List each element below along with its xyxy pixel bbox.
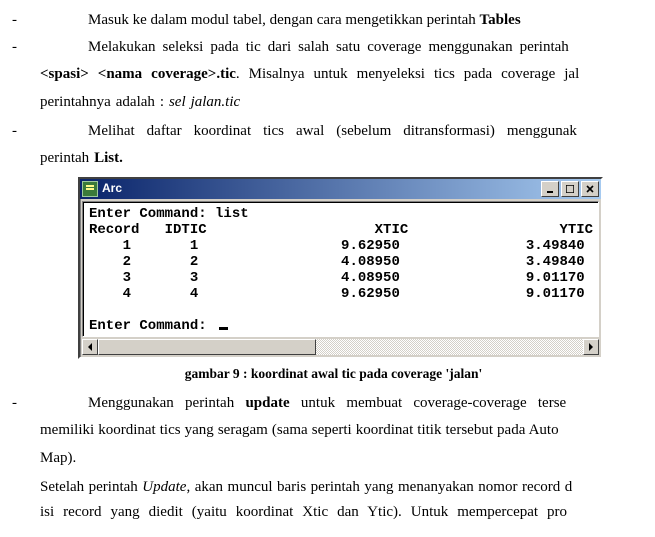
minimize-button[interactable] — [541, 181, 559, 197]
cursor-icon — [219, 327, 228, 330]
bullet-dash: - — [12, 119, 40, 144]
arc-app-icon — [82, 181, 98, 197]
window-title: Arc — [102, 179, 541, 199]
text: untuk membuat coverage-coverage terse — [290, 395, 567, 411]
text: Masuk ke dalam modul tabel, dengan cara … — [88, 12, 480, 28]
bullet-3-line1: Melihat daftar koordinat tics awal (sebe… — [40, 119, 655, 144]
para-setelah-2: isi record yang diedit (yaitu koordinat … — [40, 500, 655, 525]
text: perintahnya adalah : — [40, 94, 169, 110]
bullet-dash: - — [12, 35, 40, 60]
horizontal-scrollbar[interactable] — [82, 339, 599, 355]
bullet-dash: - — [12, 391, 40, 416]
bullet-4-line2: memiliki koordinat tics yang seragam (sa… — [40, 418, 655, 443]
bullet-3-line2: perintah List. — [40, 146, 655, 171]
titlebar[interactable]: Arc — [80, 179, 601, 199]
bullet-2-line2: <spasi> <nama coverage>.tic. Misalnya un… — [40, 62, 655, 87]
bold-update: update — [245, 395, 289, 411]
italic-sel: sel jalan.tic — [169, 94, 240, 110]
text: Melihat daftar koordinat tics awal (sebe… — [88, 123, 577, 139]
bullet-2-line1: Melakukan seleksi pada tic dari salah sa… — [40, 35, 655, 60]
table-header: Record IDTIC XTIC YTIC — [89, 222, 593, 238]
text: Menggunakan perintah — [88, 395, 245, 411]
bold-spasi: <spasi> <nama coverage>.tic — [40, 66, 236, 82]
table-row: 1 1 9.62950 3.49840 — [89, 238, 585, 254]
table-row: 3 3 4.08950 9.01170 — [89, 270, 585, 286]
figure-caption: gambar 9 : koordinat awal tic pada cover… — [12, 363, 655, 385]
close-button[interactable] — [581, 181, 599, 197]
text: Setelah perintah — [40, 479, 142, 495]
scroll-right-button[interactable] — [583, 339, 599, 355]
scroll-left-button[interactable] — [82, 339, 98, 355]
bullet-1-text: Masuk ke dalam modul tabel, dengan cara … — [40, 8, 655, 33]
text: Melakukan seleksi pada tic dari salah sa… — [88, 39, 569, 55]
prompt-line: Enter Command: — [89, 318, 215, 334]
text: , akan muncul baris perintah yang menany… — [186, 479, 572, 495]
maximize-button[interactable] — [561, 181, 579, 197]
bullet-dash: - — [12, 8, 40, 33]
bullet-2-line3: perintahnya adalah : sel jalan.tic — [40, 90, 655, 115]
table-row: 4 4 9.62950 9.01170 — [89, 286, 585, 302]
scroll-thumb[interactable] — [98, 339, 316, 355]
scroll-track[interactable] — [98, 339, 583, 355]
text: . Misalnya untuk menyeleksi tics pada co… — [236, 66, 579, 82]
table-row: 2 2 4.08950 3.49840 — [89, 254, 585, 270]
bold-tables: Tables — [480, 12, 521, 28]
bold-list: List. — [94, 150, 123, 166]
arc-window: Arc Enter Command: list Record IDTIC XTI… — [78, 177, 603, 359]
prompt-line: Enter Command: list — [89, 206, 249, 222]
bullet-4-line1: Menggunakan perintah update untuk membua… — [40, 391, 655, 416]
bullet-4-line3: Map). — [40, 446, 655, 471]
italic-update: Update — [142, 479, 186, 495]
text: perintah — [40, 150, 94, 166]
terminal-output[interactable]: Enter Command: list Record IDTIC XTIC YT… — [82, 201, 599, 337]
para-setelah-1: Setelah perintah Update, akan muncul bar… — [40, 475, 655, 500]
